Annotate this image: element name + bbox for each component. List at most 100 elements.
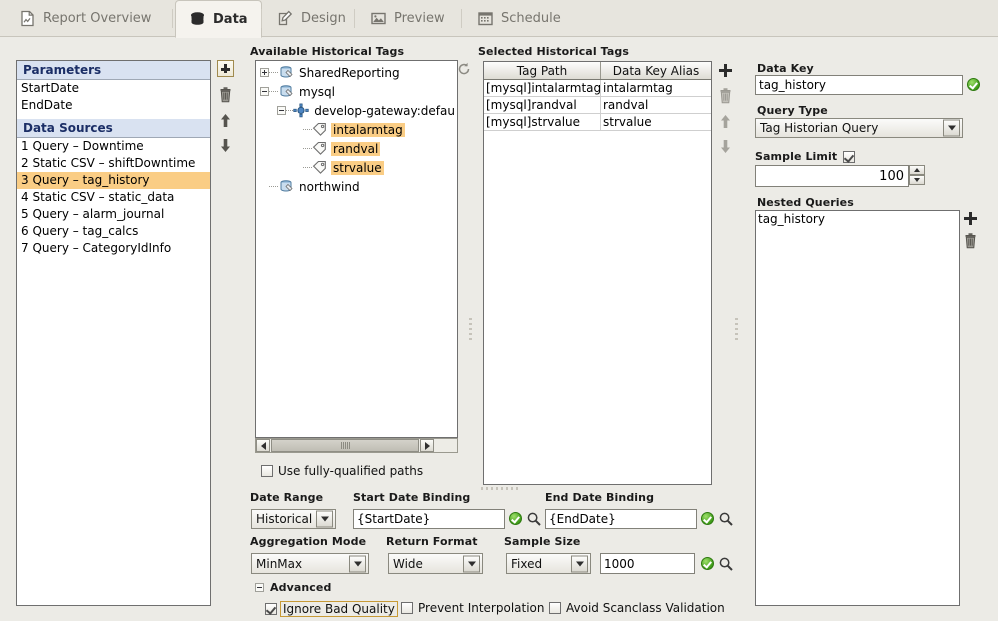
collapse-icon[interactable] [260, 87, 269, 96]
tree-node[interactable]: develop-gateway:defau [260, 101, 457, 120]
cell-tag-path[interactable]: [mysql]strvalue [484, 114, 601, 130]
query-type-select[interactable]: Tag Historian Query [755, 118, 963, 138]
list-item[interactable]: 7 Query – CategoryIdInfo [17, 240, 210, 257]
tree-connector [269, 185, 278, 188]
available-tags-tree[interactable]: SharedReporting mysql develop-gateway:defa… [255, 60, 458, 438]
add-tag-button[interactable] [718, 63, 733, 78]
use-fully-qualified-paths-checkbox[interactable] [261, 465, 273, 477]
prevent-interpolation-label: Prevent Interpolation [418, 601, 545, 615]
scroll-right-button[interactable] [420, 439, 434, 452]
avoid-scanclass-validation-checkbox[interactable] [549, 602, 561, 614]
chevron-down-icon[interactable] [349, 555, 366, 572]
data-key-valid-icon [967, 78, 980, 91]
tab-preview[interactable]: Preview [357, 0, 458, 37]
chevron-down-icon[interactable] [463, 555, 480, 572]
tree-node[interactable]: SharedReporting [260, 63, 457, 82]
tree-node[interactable]: randval [260, 139, 457, 158]
sample-limit-checkbox[interactable] [843, 150, 856, 163]
move-down-button[interactable] [219, 138, 232, 153]
vertical-splitter-right[interactable] [735, 318, 738, 343]
start-date-binding-input[interactable]: {StartDate} [353, 509, 505, 529]
selected-tags-table[interactable]: Tag Path Data Key Alias [mysql]intalarmt… [483, 61, 712, 485]
spinner-buttons[interactable] [909, 165, 925, 185]
delete-nested-query-button[interactable] [963, 233, 978, 249]
ignore-bad-quality-checkbox[interactable] [265, 603, 277, 615]
list-item[interactable]: EndDate [17, 97, 210, 114]
move-tag-down-button[interactable] [719, 139, 732, 154]
end-date-binding-input[interactable]: {EndDate} [545, 509, 697, 529]
sample-limit-input[interactable]: 100 [755, 165, 909, 187]
nested-queries-list[interactable]: tag_history [755, 210, 960, 606]
tab-data[interactable]: Data [175, 0, 262, 38]
table-row[interactable]: [mysql]strvalue strvalue [484, 114, 711, 131]
table-header-row: Tag Path Data Key Alias [484, 62, 711, 80]
collapse-icon[interactable] [255, 583, 264, 592]
start-date-search-icon[interactable] [527, 512, 541, 526]
sample-size-input[interactable]: 1000 [600, 553, 695, 574]
expand-icon[interactable] [260, 68, 269, 77]
list-item[interactable]: 2 Static CSV – shiftDowntime [17, 155, 210, 172]
refresh-icon[interactable] [457, 62, 471, 76]
chevron-down-icon[interactable] [943, 119, 960, 137]
collapse-icon[interactable] [277, 106, 286, 115]
spinner-down-button[interactable] [909, 175, 925, 185]
tab-report-overview[interactable]: Report Overview [6, 0, 164, 37]
vertical-splitter-left[interactable] [469, 318, 472, 343]
sample-limit-spinner[interactable]: 100 [755, 165, 925, 187]
tree-node[interactable]: strvalue [260, 158, 457, 177]
column-header-data-key-alias[interactable]: Data Key Alias [601, 62, 711, 79]
list-item[interactable]: StartDate [17, 80, 210, 97]
prevent-interpolation-row[interactable]: Prevent Interpolation [401, 601, 545, 615]
tab-design[interactable]: Design [264, 0, 359, 37]
list-item[interactable]: 1 Query – Downtime [17, 138, 210, 155]
cell-data-key-alias[interactable]: intalarmtag [601, 80, 711, 96]
return-format-select[interactable]: Wide [388, 553, 483, 574]
use-fully-qualified-paths-row[interactable]: Use fully-qualified paths [261, 464, 423, 478]
cell-data-key-alias[interactable]: strvalue [601, 114, 711, 130]
tree-node[interactable]: mysql [260, 82, 457, 101]
table-row[interactable]: [mysql]intalarmtag intalarmtag [484, 80, 711, 97]
advanced-label: Advanced [270, 581, 332, 594]
tab-schedule[interactable]: Schedule [464, 0, 574, 37]
delete-datasource-button[interactable] [218, 87, 233, 103]
chevron-down-icon[interactable] [571, 555, 588, 572]
ignore-bad-quality-row[interactable]: Ignore Bad Quality [265, 601, 398, 617]
end-date-search-icon[interactable] [719, 512, 733, 526]
list-item-selected[interactable]: 3 Query – tag_history [17, 172, 210, 189]
prevent-interpolation-checkbox[interactable] [401, 602, 413, 614]
list-item[interactable]: 5 Query – alarm_journal [17, 206, 210, 223]
add-datasource-button[interactable] [216, 60, 234, 77]
tree-connector [303, 166, 312, 169]
chevron-down-icon[interactable] [316, 510, 333, 528]
cell-tag-path[interactable]: [mysql]randval [484, 97, 601, 113]
spinner-up-button[interactable] [909, 165, 925, 175]
sample-size-mode-select[interactable]: Fixed [506, 553, 591, 574]
avoid-scanclass-validation-row[interactable]: Avoid Scanclass Validation [549, 601, 725, 615]
tab-label: Report Overview [43, 11, 152, 26]
query-type-label: Query Type [757, 104, 828, 117]
tab-label: Design [301, 11, 346, 26]
list-item[interactable]: 4 Static CSV – static_data [17, 189, 210, 206]
horizontal-splitter-table[interactable] [481, 487, 518, 490]
use-fully-qualified-paths-label: Use fully-qualified paths [278, 464, 424, 478]
move-up-button[interactable] [219, 113, 232, 128]
date-range-select[interactable]: Historical [251, 509, 336, 529]
column-header-tag-path[interactable]: Tag Path [484, 62, 601, 79]
scroll-thumb[interactable] [271, 439, 419, 452]
data-key-input[interactable]: tag_history [755, 75, 963, 95]
move-tag-up-button[interactable] [719, 114, 732, 129]
tree-horizontal-scrollbar[interactable] [255, 438, 458, 453]
tree-node[interactable]: northwind [260, 177, 457, 196]
table-row[interactable]: [mysql]randval randval [484, 97, 711, 114]
scroll-left-button[interactable] [256, 439, 270, 452]
advanced-section-toggle[interactable]: Advanced [255, 581, 331, 594]
list-item[interactable]: 6 Query – tag_calcs [17, 223, 210, 240]
cell-tag-path[interactable]: [mysql]intalarmtag [484, 80, 601, 96]
aggregation-mode-select[interactable]: MinMax [251, 553, 369, 574]
list-item[interactable]: tag_history [756, 211, 959, 228]
tree-node[interactable]: intalarmtag [260, 120, 457, 139]
sample-size-search-icon[interactable] [719, 557, 733, 571]
add-nested-query-button[interactable] [963, 211, 978, 226]
delete-tag-button[interactable] [718, 88, 733, 104]
cell-data-key-alias[interactable]: randval [601, 97, 711, 113]
